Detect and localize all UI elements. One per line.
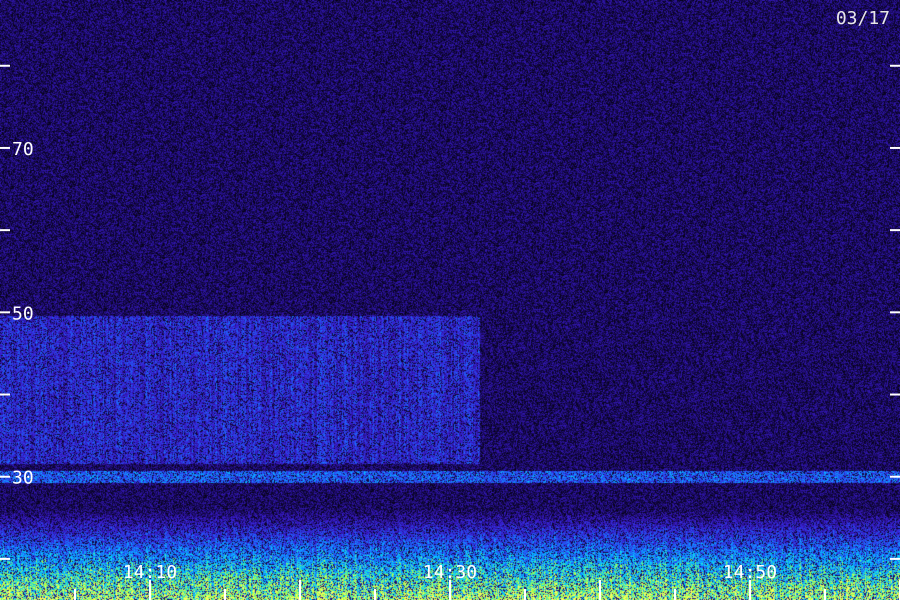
y-axis: 30 50 70 [0,64,900,560]
x-axis: 14:10 14:30 14:50 [74,562,900,600]
axis-overlay: 30 50 70 14:10 14:30 14:50 03/17 [0,8,900,600]
x-tick-label: 14:10 [123,562,177,583]
y-tick-label: 30 [12,468,34,489]
spectrogram-chart: 30 50 70 14:10 14:30 14:50 03/17 [0,0,900,600]
y-tick-label: 70 [12,139,34,160]
y-tick-label: 50 [12,303,34,324]
x-tick-label: 14:30 [423,562,477,583]
x-tick-label: 14:50 [723,562,777,583]
date-label: 03/17 [836,8,890,29]
